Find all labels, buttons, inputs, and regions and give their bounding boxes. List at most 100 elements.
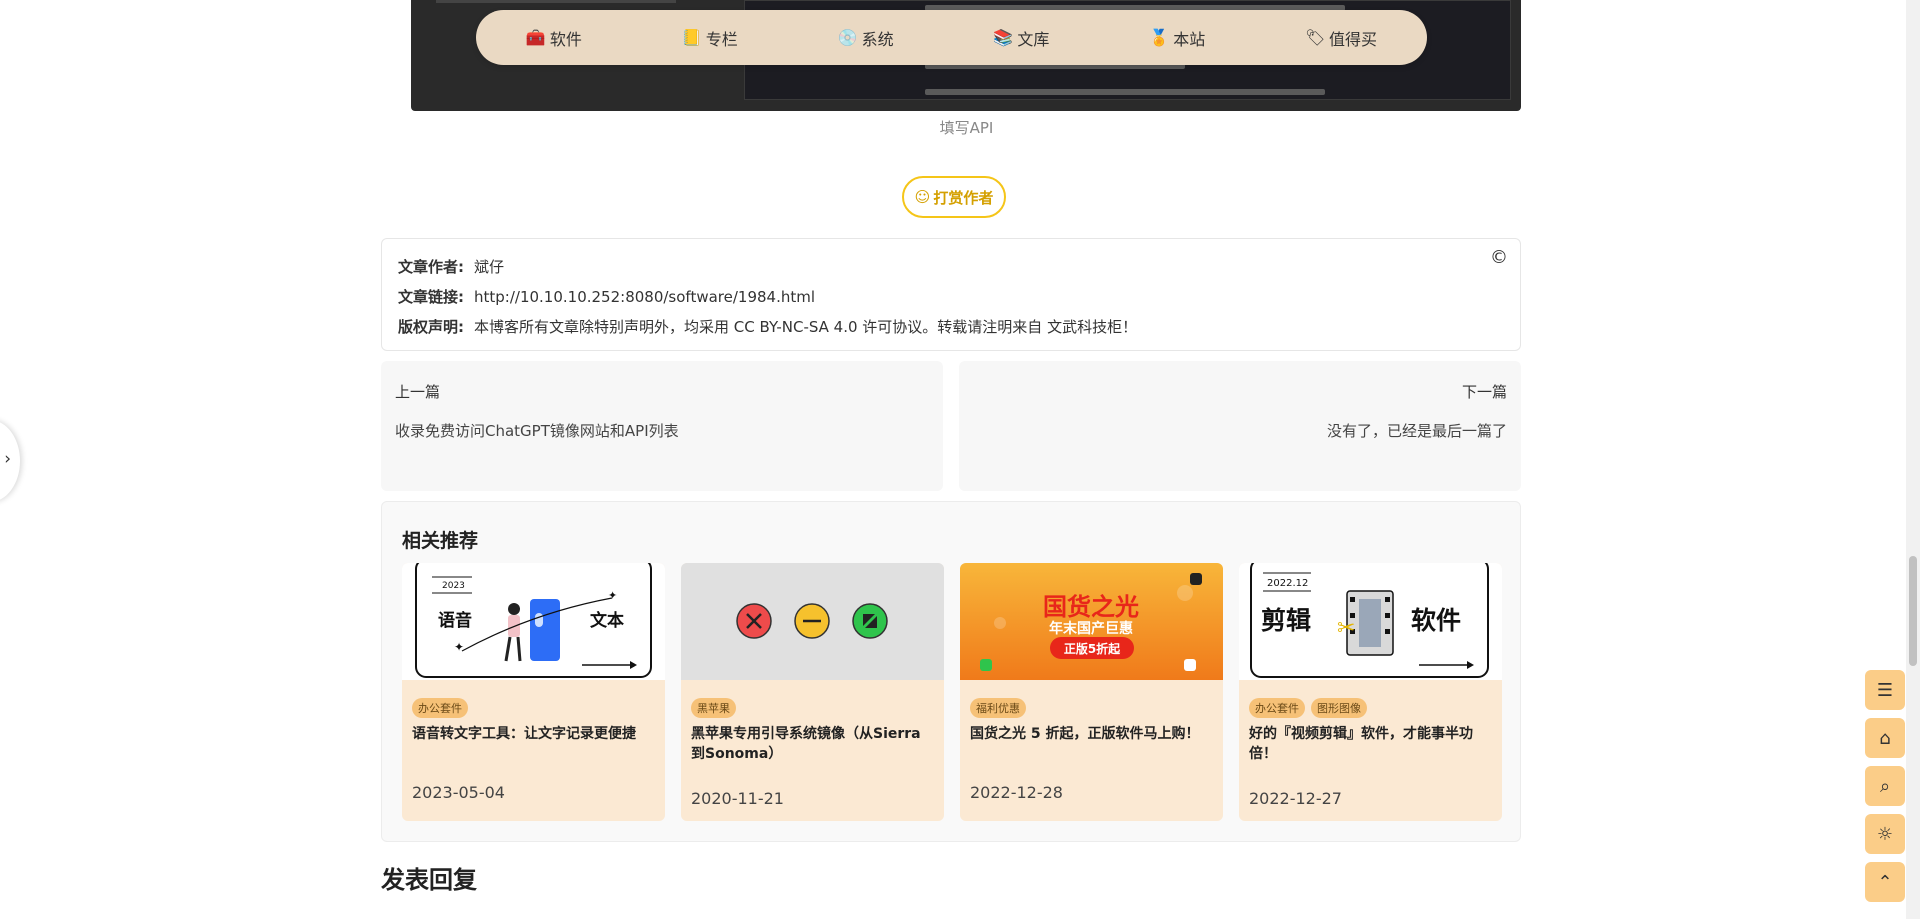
toc-button[interactable]: ☰: [1865, 670, 1905, 710]
tag-badge[interactable]: 黑苹果: [691, 698, 736, 718]
nav-item-label: 专栏: [705, 29, 738, 49]
license-text: 本博客所有文章除特别声明外，均采用 CC BY-NC-SA 4.0 许可协议。转…: [474, 318, 1138, 336]
svg-text:✦: ✦: [608, 589, 617, 602]
link-row: 文章链接: http://10.10.10.252:8080/software/1…: [398, 286, 815, 307]
card-thumbnail: 2022.12 剪辑 软件 ✂: [1239, 563, 1502, 680]
next-post-card[interactable]: 下一篇 没有了，已经是最后一篇了: [959, 361, 1521, 491]
thumb-right-text: 文本: [590, 610, 624, 631]
thumb-badge-text: 正版5折起: [1064, 641, 1121, 656]
toolbox-icon: 🧰: [525, 28, 546, 47]
link-label: 文章链接:: [398, 288, 464, 306]
prev-post-label: 上一篇: [395, 383, 441, 401]
related-articles-section: 相关推荐 2023 语音 文本 ✦ ✦ 办公套件 语音转文字工具：让文字记录更便…: [381, 501, 1521, 842]
books-icon: 📚: [993, 28, 1014, 47]
author-value[interactable]: 斌仔: [474, 258, 504, 276]
nav-item-software[interactable]: 🧰 软件: [526, 26, 582, 50]
list-icon: ☰: [1876, 679, 1894, 701]
search-icon: ⌕: [1879, 775, 1891, 797]
card-tags: 办公套件 图形图像: [1249, 698, 1367, 718]
article-link[interactable]: http://10.10.10.252:8080/software/1984.h…: [474, 288, 815, 306]
thumb-year: 2022.12: [1267, 578, 1308, 589]
nav-item-system[interactable]: 💿 系统: [838, 26, 894, 50]
card-tags: 黑苹果: [691, 698, 736, 718]
home-icon: ⌂: [1879, 727, 1891, 749]
nav-item-label: 本站: [1173, 29, 1206, 49]
nav-item-deals[interactable]: 🏷 值得买: [1305, 26, 1377, 50]
notebook-icon: 📒: [681, 28, 702, 47]
speech-to-text-illustration: 2023 语音 文本 ✦ ✦: [415, 563, 652, 678]
reward-author-button[interactable]: ☺ 打赏作者: [902, 176, 1006, 218]
card-title[interactable]: 黑苹果专用引导系统镜像（从Sierra到Sonoma）: [691, 724, 931, 764]
card-title[interactable]: 语音转文字工具：让文字记录更便捷: [412, 724, 652, 744]
coin-icon: ☺: [914, 188, 931, 206]
card-title[interactable]: 国货之光 5 折起，正版软件马上购！: [970, 724, 1210, 744]
image-caption: 填写API: [939, 119, 994, 137]
card-thumbnail: [681, 563, 944, 680]
copyright-icon: ©: [1490, 247, 1508, 268]
reply-heading: 发表回复: [381, 866, 477, 894]
author-row: 文章作者: 斌仔: [398, 256, 504, 277]
card-tags: 办公套件: [412, 698, 468, 718]
nav-item-site[interactable]: 🏅 本站: [1149, 26, 1205, 50]
copyright-box: 文章作者: 斌仔 文章链接: http://10.10.10.252:8080/so…: [381, 238, 1521, 351]
license-label: 版权声明:: [398, 318, 464, 336]
mac-window-buttons-illustration: [736, 603, 888, 639]
nav-item-label: 软件: [549, 29, 582, 49]
chevron-up-icon: ⌃: [1877, 871, 1893, 893]
scrollbar-thumb[interactable]: [1909, 556, 1917, 666]
video-editing-illustration: 2022.12 剪辑 软件 ✂: [1250, 563, 1489, 678]
theme-button[interactable]: ☼: [1865, 814, 1905, 854]
disc-icon: 💿: [837, 28, 858, 47]
thumb-main-text: 国货之光: [1043, 593, 1139, 621]
card-tags: 福利优惠: [970, 698, 1026, 718]
tag-badge[interactable]: 福利优惠: [970, 698, 1026, 718]
sale-banner-illustration: 国货之光 年末国产巨惠 正版5折起: [980, 573, 1202, 671]
prev-post-card[interactable]: 上一篇 收录免费访问ChatGPT镜像网站和API列表: [381, 361, 943, 491]
card-thumbnail: 2023 语音 文本 ✦ ✦: [402, 563, 665, 680]
license-row: 版权声明: 本博客所有文章除特别声明外，均采用 CC BY-NC-SA 4.0 许…: [398, 316, 1137, 337]
scrollbar-track[interactable]: [1906, 0, 1920, 919]
screenshot-strip: [436, 0, 676, 3]
card-title[interactable]: 好的『视频剪辑』软件，才能事半功倍！: [1249, 724, 1489, 764]
home-button[interactable]: ⌂: [1865, 718, 1905, 758]
thumb-sub-text: 年末国产巨惠: [1049, 620, 1133, 637]
related-card[interactable]: 黑苹果 黑苹果专用引导系统镜像（从Sierra到Sonoma） 2020-11-…: [681, 563, 944, 821]
thumb-year: 2023: [442, 581, 465, 591]
next-post-title: 没有了，已经是最后一篇了: [1326, 422, 1507, 440]
back-to-top-button[interactable]: ⌃: [1865, 862, 1905, 902]
thumb-right-text: 软件: [1411, 606, 1461, 635]
svg-text:✂: ✂: [1337, 616, 1355, 641]
nav-item-label: 值得买: [1329, 29, 1378, 49]
related-heading: 相关推荐: [402, 530, 479, 552]
card-date: 2023-05-04: [412, 783, 505, 802]
next-post-label: 下一篇: [1461, 383, 1507, 401]
card-thumbnail: 国货之光 年末国产巨惠 正版5折起: [960, 563, 1223, 680]
card-date: 2020-11-21: [691, 789, 784, 808]
nav-item-label: 文库: [1017, 29, 1050, 49]
svg-text:✦: ✦: [454, 640, 464, 654]
related-card[interactable]: 2022.12 剪辑 软件 ✂ 办公套件 图形图像 好的『视频剪辑』软件，才能事…: [1239, 563, 1502, 821]
tag-badge[interactable]: 办公套件: [1249, 698, 1305, 718]
author-label: 文章作者:: [398, 258, 464, 276]
card-date: 2022-12-27: [1249, 789, 1342, 808]
related-card[interactable]: 2023 语音 文本 ✦ ✦ 办公套件 语音转文字工具：让文字记录更便捷 202…: [402, 563, 665, 821]
prev-post-title[interactable]: 收录免费访问ChatGPT镜像网站和API列表: [395, 420, 929, 441]
tag-badge[interactable]: 图形图像: [1311, 698, 1367, 718]
nav-item-column[interactable]: 📒 专栏: [682, 26, 738, 50]
nav-item-label: 系统: [861, 29, 894, 49]
reward-label: 打赏作者: [933, 188, 994, 207]
chevron-right-icon: ›: [4, 449, 11, 469]
tag-icon: 🏷: [1305, 28, 1326, 47]
screenshot-text-line: [925, 89, 1325, 95]
medal-icon: 🏅: [1149, 28, 1170, 47]
nav-item-library[interactable]: 📚 文库: [993, 26, 1049, 50]
tag-badge[interactable]: 办公套件: [412, 698, 468, 718]
sidebar-toggle[interactable]: ›: [0, 420, 20, 502]
thumb-left-text: 语音: [438, 610, 472, 631]
sun-icon: ☼: [1876, 823, 1894, 845]
top-navigation-bar: 🧰 软件 📒 专栏 💿 系统 📚 文库 🏅 本站 🏷 值得买: [476, 10, 1427, 65]
related-card[interactable]: 国货之光 年末国产巨惠 正版5折起 福利优惠 国货之光 5 折起，正版软件马上购…: [960, 563, 1223, 821]
search-button[interactable]: ⌕: [1865, 766, 1905, 806]
card-date: 2022-12-28: [970, 783, 1063, 802]
thumb-left-text: 剪辑: [1261, 606, 1311, 635]
